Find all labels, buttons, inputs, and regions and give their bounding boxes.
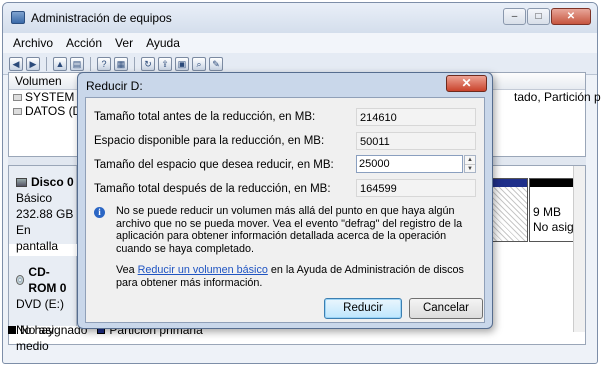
- search-icon[interactable]: ⌕: [192, 56, 206, 71]
- cdrom-drive: DVD (E:): [16, 297, 64, 311]
- cdrom-label[interactable]: CD-ROM 0 DVD (E:) No hay medio: [9, 256, 77, 353]
- menu-accion[interactable]: Acción: [66, 36, 102, 50]
- shrink-amount-input[interactable]: 25000: [356, 155, 463, 173]
- dialog-titlebar[interactable]: Reducir D: ✕: [78, 73, 492, 97]
- help-text: Vea Reducir un volumen básico en la Ayud…: [116, 264, 478, 289]
- available-value: 50011: [356, 132, 476, 150]
- cdrom-name-row: CD-ROM 0: [16, 264, 76, 296]
- back-icon[interactable]: ◀: [9, 56, 23, 71]
- info-icon: i: [94, 207, 105, 218]
- cdrom-name: CD-ROM 0: [28, 265, 67, 295]
- cd-icon: [16, 275, 25, 285]
- help-icon[interactable]: ?: [97, 56, 111, 71]
- total-before-value: 214610: [356, 108, 476, 126]
- toolbar-separator: [90, 56, 91, 71]
- disk0-label[interactable]: Disco 0 Básico 232.88 GB En pantalla: [9, 166, 77, 253]
- unalloc-size: 9 MB: [533, 205, 562, 219]
- disk0-name-row: Disco 0: [16, 174, 76, 190]
- spin-down-icon[interactable]: ▼: [465, 164, 475, 172]
- spin-up-icon[interactable]: ▲: [465, 156, 475, 164]
- menu-ayuda[interactable]: Ayuda: [146, 36, 180, 50]
- dialog-title: Reducir D:: [86, 79, 143, 93]
- action-icon[interactable]: ✎: [209, 56, 223, 71]
- shrink-amount-label: Tamaño del espacio que desea reducir, en…: [94, 159, 334, 171]
- volume-status-text: tado, Partición primar: [514, 90, 601, 104]
- unalloc-state: No asig: [533, 220, 574, 234]
- window-title: Administración de equipos: [31, 11, 172, 25]
- console-icon[interactable]: ▣: [175, 56, 189, 71]
- disk0-type: Básico: [16, 191, 53, 205]
- unallocated-swatch: [8, 326, 16, 334]
- total-after-label: Tamaño total después de la reducción, en…: [94, 183, 331, 195]
- shrink-button[interactable]: Reducir: [324, 298, 402, 319]
- available-label: Espacio disponible para la reducción, en…: [94, 135, 325, 147]
- main-titlebar[interactable]: Administración de equipos – □ ✕: [3, 3, 597, 33]
- maximize-button[interactable]: □: [527, 8, 550, 25]
- computer-management-icon: [11, 11, 25, 24]
- volume-icon: [13, 107, 22, 115]
- menu-ver[interactable]: Ver: [115, 36, 133, 50]
- shrink-dialog: Reducir D: ✕ Tamaño total antes de la re…: [77, 72, 493, 329]
- refresh-icon[interactable]: ↻: [141, 56, 155, 71]
- export-icon[interactable]: ⇪: [158, 56, 172, 71]
- hard-disk-icon: [16, 177, 27, 187]
- disk0-size: 232.88 GB: [16, 207, 74, 221]
- menu-archivo[interactable]: Archivo: [13, 36, 53, 50]
- disk0-status: En pantalla: [16, 223, 59, 253]
- menu-bar: Archivo Acción Ver Ayuda: [3, 33, 597, 53]
- close-button[interactable]: ✕: [551, 8, 591, 25]
- up-icon[interactable]: ▲: [53, 56, 67, 71]
- forward-icon[interactable]: ▶: [26, 56, 40, 71]
- minimize-button[interactable]: –: [503, 8, 526, 25]
- dialog-close-button[interactable]: ✕: [446, 75, 487, 92]
- shrink-amount-spinner[interactable]: ▲ ▼: [464, 155, 476, 173]
- view-icon[interactable]: ▦: [114, 56, 128, 71]
- help-link[interactable]: Reducir un volumen básico: [138, 264, 268, 276]
- volume-icon: [13, 93, 22, 101]
- properties-icon[interactable]: ▤: [70, 56, 84, 71]
- cancel-button[interactable]: Cancelar: [409, 298, 483, 319]
- total-after-value: 164599: [356, 179, 476, 197]
- disk-map-scrollbar[interactable]: [573, 166, 585, 332]
- help-prefix: Vea: [116, 264, 138, 276]
- toolbar-separator: [134, 56, 135, 71]
- dialog-body: Tamaño total antes de la reducción, en M…: [85, 97, 485, 323]
- total-before-label: Tamaño total antes de la reducción, en M…: [94, 111, 316, 123]
- disk0-name: Disco 0: [31, 175, 74, 189]
- info-text: No se puede reducir un volumen más allá …: [116, 205, 463, 255]
- partition-unallocated[interactable]: 9 MB No asig: [529, 178, 577, 242]
- toolbar-separator: [46, 56, 47, 71]
